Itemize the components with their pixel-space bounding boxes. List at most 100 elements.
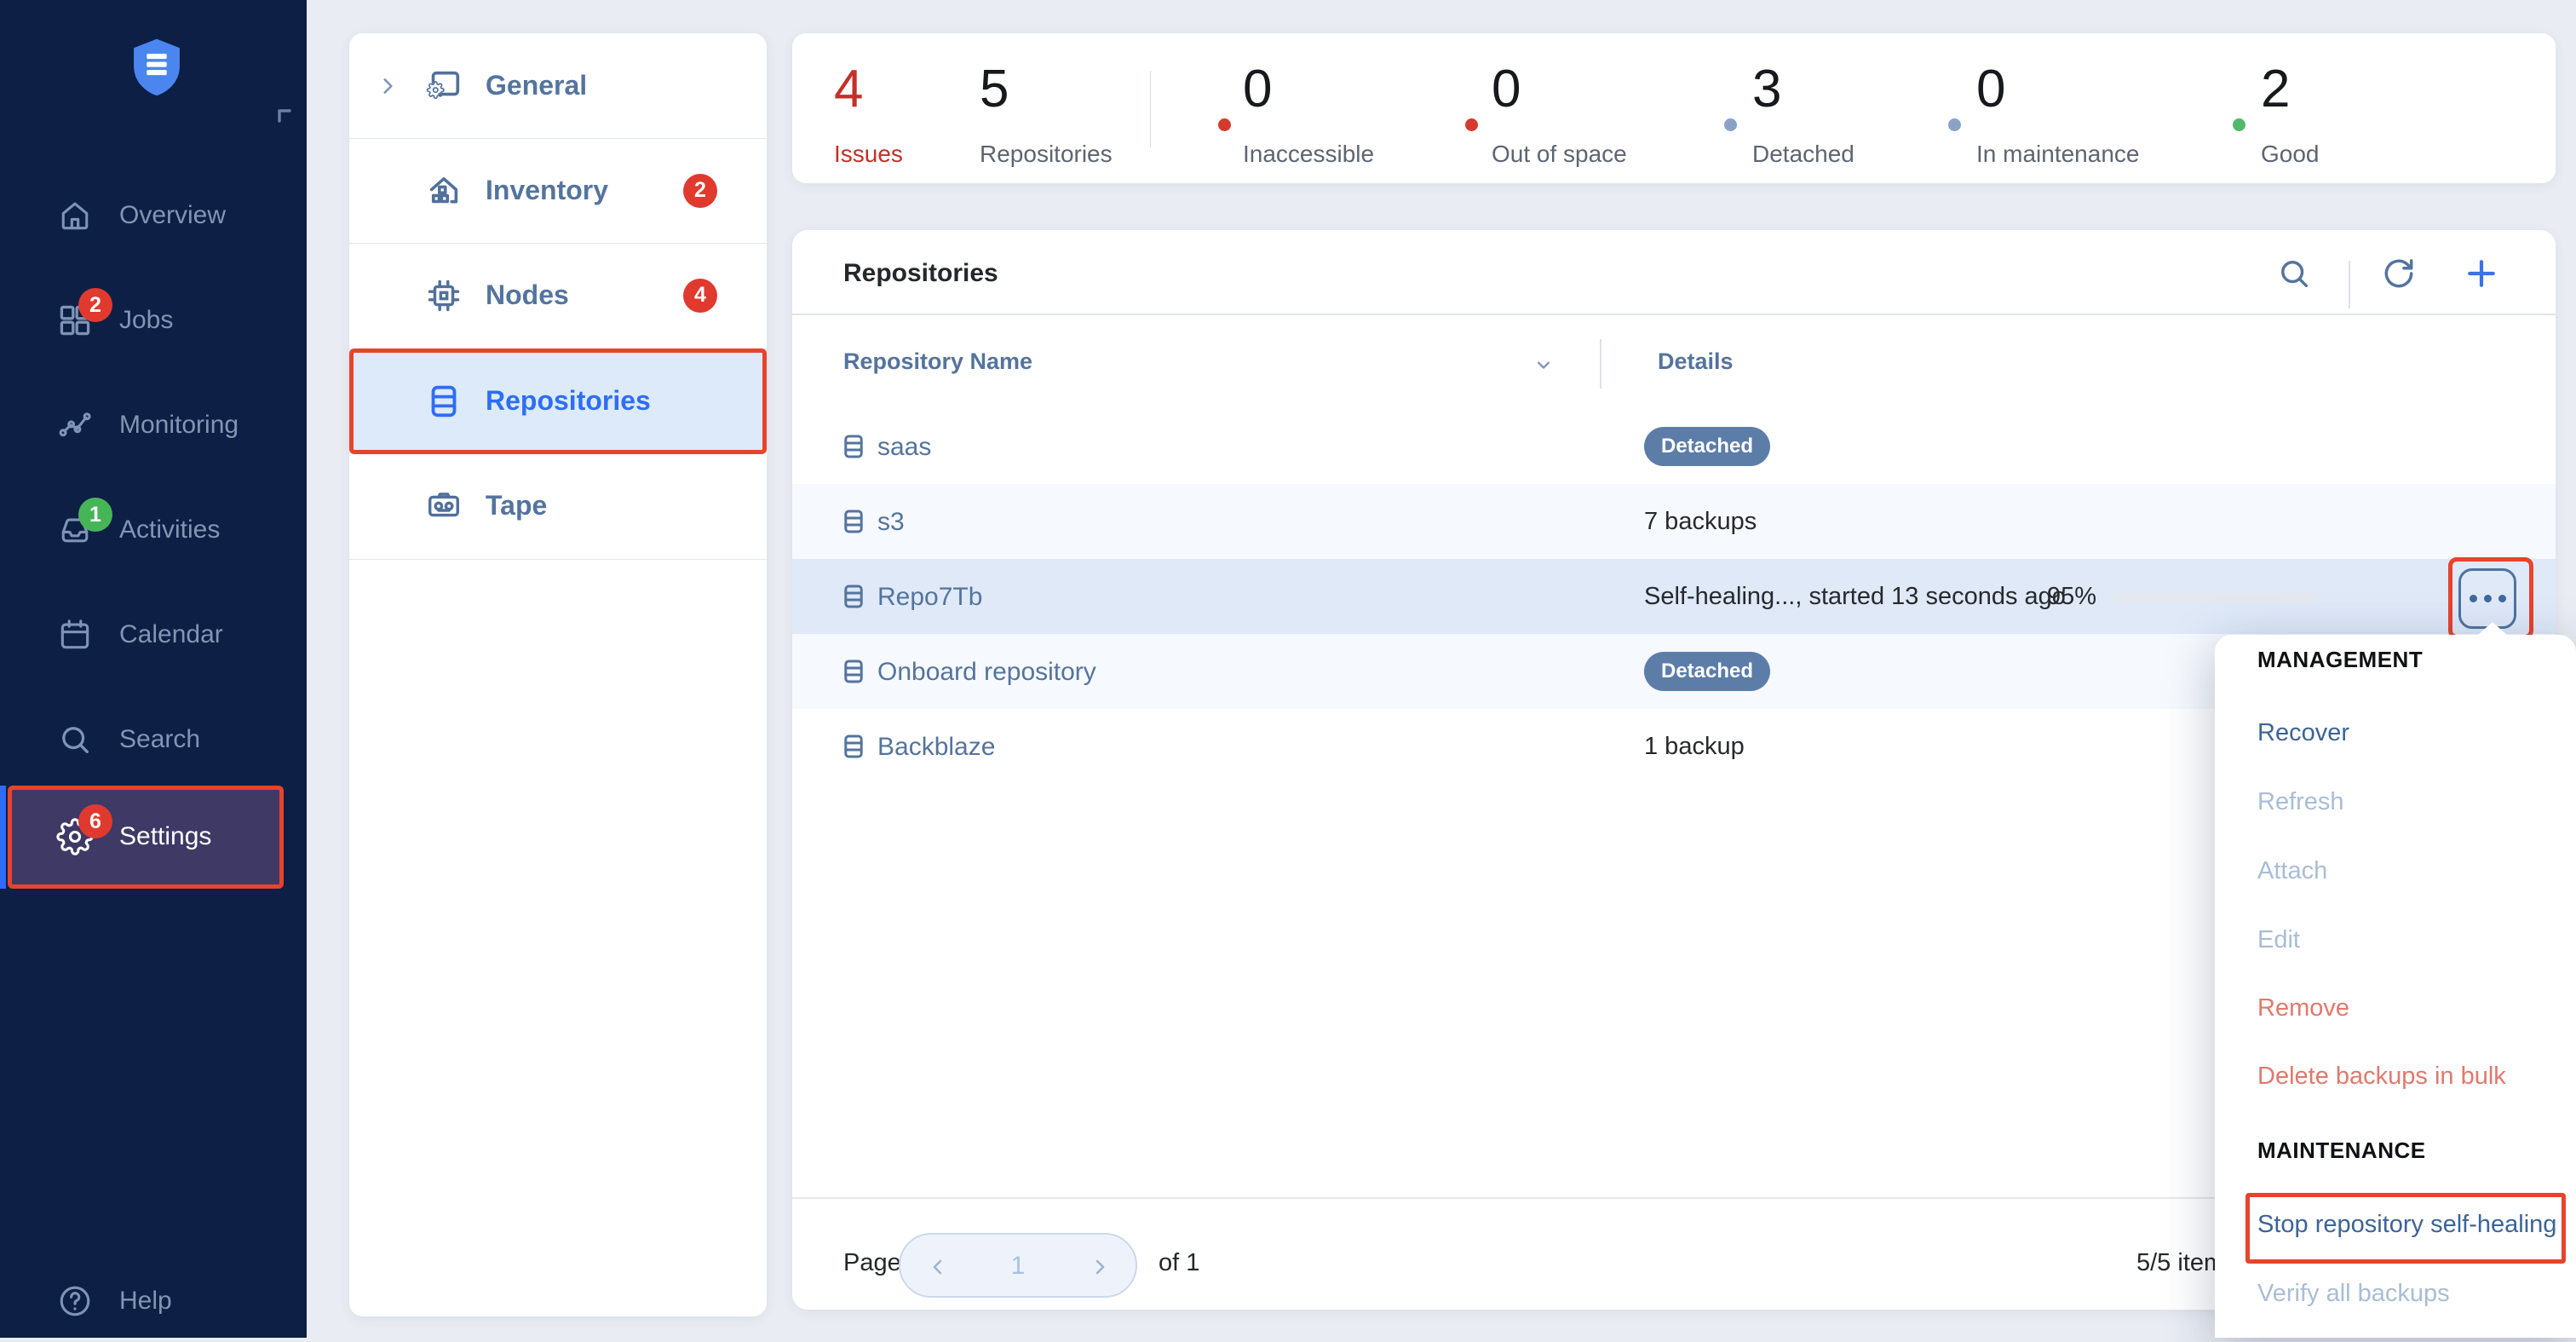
divider [349,559,767,560]
settings-nav-label: Inventory [486,175,608,206]
menu-item-refresh[interactable]: Refresh [2257,788,2344,816]
self-healing-progress-bar [2113,590,2317,604]
chevron-right-icon[interactable] [377,75,399,97]
settings-nav-item-general[interactable]: General [349,33,767,138]
trend-line-icon [56,406,94,444]
database-icon [839,428,868,465]
sidebar-item-settings[interactable]: 6 Settings [0,796,307,878]
menu-caret [2477,622,2508,636]
database-icon [839,578,868,615]
sidebar-item-label: Settings [119,822,211,851]
status-badge: Detached [1644,652,1770,691]
nodes-badge: 4 [683,279,717,313]
page-label: Page [843,1249,901,1277]
window-gear-icon [424,66,463,106]
sort-chevron-icon[interactable] [1532,353,1555,377]
database-icon [839,653,868,690]
sidebar-item-help[interactable]: Help [0,1260,307,1342]
repository-name: saas [877,433,931,462]
settings-nav-label: General [486,70,587,101]
repository-name: Backblaze [877,733,995,762]
of-pages-label: of 1 [1159,1249,1199,1277]
status-badge: Detached [1644,427,1770,466]
panel-title: Repositories [843,259,998,288]
column-header-details: Details [1658,348,1734,375]
sidebar-item-label: Search [119,725,200,754]
app-sidebar: Overview 2 Jobs Monitoring 1 [0,0,307,1338]
menu-item-edit[interactable]: Edit [2257,926,2300,954]
divider [1600,339,1601,389]
settings-nav-item-nodes[interactable]: Nodes 4 [349,243,767,348]
settings-nav-item-repositories[interactable]: Repositories [349,348,767,453]
settings-nav-item-tape[interactable]: Tape [349,453,767,558]
ellipsis-dot [2498,595,2506,602]
calendar-icon [56,616,94,654]
database-icon [424,382,463,421]
settings-nav-item-inventory[interactable]: Inventory 2 [349,138,767,243]
issues-count: 4 [834,62,863,117]
search-icon[interactable] [2275,255,2313,292]
page-selector[interactable]: 1 [899,1233,1137,1298]
good-label: Good [2261,141,2320,168]
grid-icon: 2 [56,302,94,339]
sidebar-item-label: Help [119,1287,172,1316]
sidebar-item-monitoring[interactable]: Monitoring [0,384,307,466]
column-header-repository-name[interactable]: Repository Name [843,348,1032,375]
settings-nav-label: Repositories [486,385,651,417]
settings-nav-label: Tape [486,490,547,521]
out-of-space-count: 0 [1492,62,1521,117]
in-maintenance-dot [1948,118,1961,131]
sidebar-item-label: Activities [119,515,220,544]
sidebar-item-activities[interactable]: 1 Activities [0,489,307,571]
sidebar-item-label: Jobs [119,306,173,335]
repositories-count: 5 [980,62,1009,117]
menu-item-attach[interactable]: Attach [2257,857,2327,885]
plus-icon[interactable] [2463,255,2500,292]
self-healing-percent: 95% [2047,583,2096,611]
sidebar-item-label: Calendar [119,620,223,649]
chevron-right-icon[interactable] [1088,1255,1112,1279]
app-logo [124,29,189,106]
menu-item-stop-repository-self-healing[interactable]: Stop repository self-healing [2257,1211,2556,1239]
sidebar-item-label: Overview [119,201,226,230]
menu-section-maintenance: MAINTENANCE [2257,1138,2426,1164]
table-row-repo7tb[interactable]: Repo7Tb Self-healing..., started 13 seco… [792,559,2556,634]
activities-badge: 1 [78,498,112,532]
good-count: 2 [2261,62,2290,117]
home-icon [56,197,94,234]
divider [1150,71,1151,147]
menu-item-recover[interactable]: Recover [2257,719,2349,747]
table-row-s3[interactable]: s3 7 backups [792,484,2556,559]
out-of-space-dot [1465,118,1478,131]
database-icon [839,503,868,540]
row-actions-ellipsis-button[interactable] [2458,568,2516,629]
inaccessible-count: 0 [1243,62,1272,117]
menu-item-delete-backups-in-bulk[interactable]: Delete backups in bulk [2257,1063,2506,1091]
inaccessible-dot [1218,118,1231,131]
tape-icon [424,487,463,526]
detached-count: 3 [1752,62,1781,117]
ellipsis-dot [2470,595,2477,602]
sidebar-item-search[interactable]: Search [0,699,307,780]
settings-nav-panel: General Inventory 2 Nodes 4 [349,33,767,1316]
gear-icon: 6 [56,818,94,855]
jobs-badge: 2 [78,288,112,322]
sidebar-collapse-icon[interactable] [274,106,295,126]
table-row-saas[interactable]: saas Detached [792,409,2556,484]
sidebar-item-calendar[interactable]: Calendar [0,594,307,676]
settings-nav-label: Nodes [486,279,569,311]
refresh-icon[interactable] [2380,255,2418,292]
sidebar-item-overview[interactable]: Overview [0,175,307,256]
menu-item-verify-all-backups[interactable]: Verify all backups [2257,1280,2450,1308]
menu-section-management: MANAGEMENT [2257,647,2423,673]
detached-dot [1724,118,1737,131]
shield-repository-logo-icon [124,29,189,106]
sidebar-item-label: Monitoring [119,411,239,440]
repository-details: 1 backup [1644,733,1745,761]
settings-badge: 6 [78,804,112,838]
menu-item-remove[interactable]: Remove [2257,994,2349,1022]
good-dot [2233,118,2245,131]
out-of-space-label: Out of space [1492,141,1627,168]
self-healing-status: Self-healing..., started 13 seconds ago [1644,583,2066,611]
sidebar-item-jobs[interactable]: 2 Jobs [0,279,307,361]
